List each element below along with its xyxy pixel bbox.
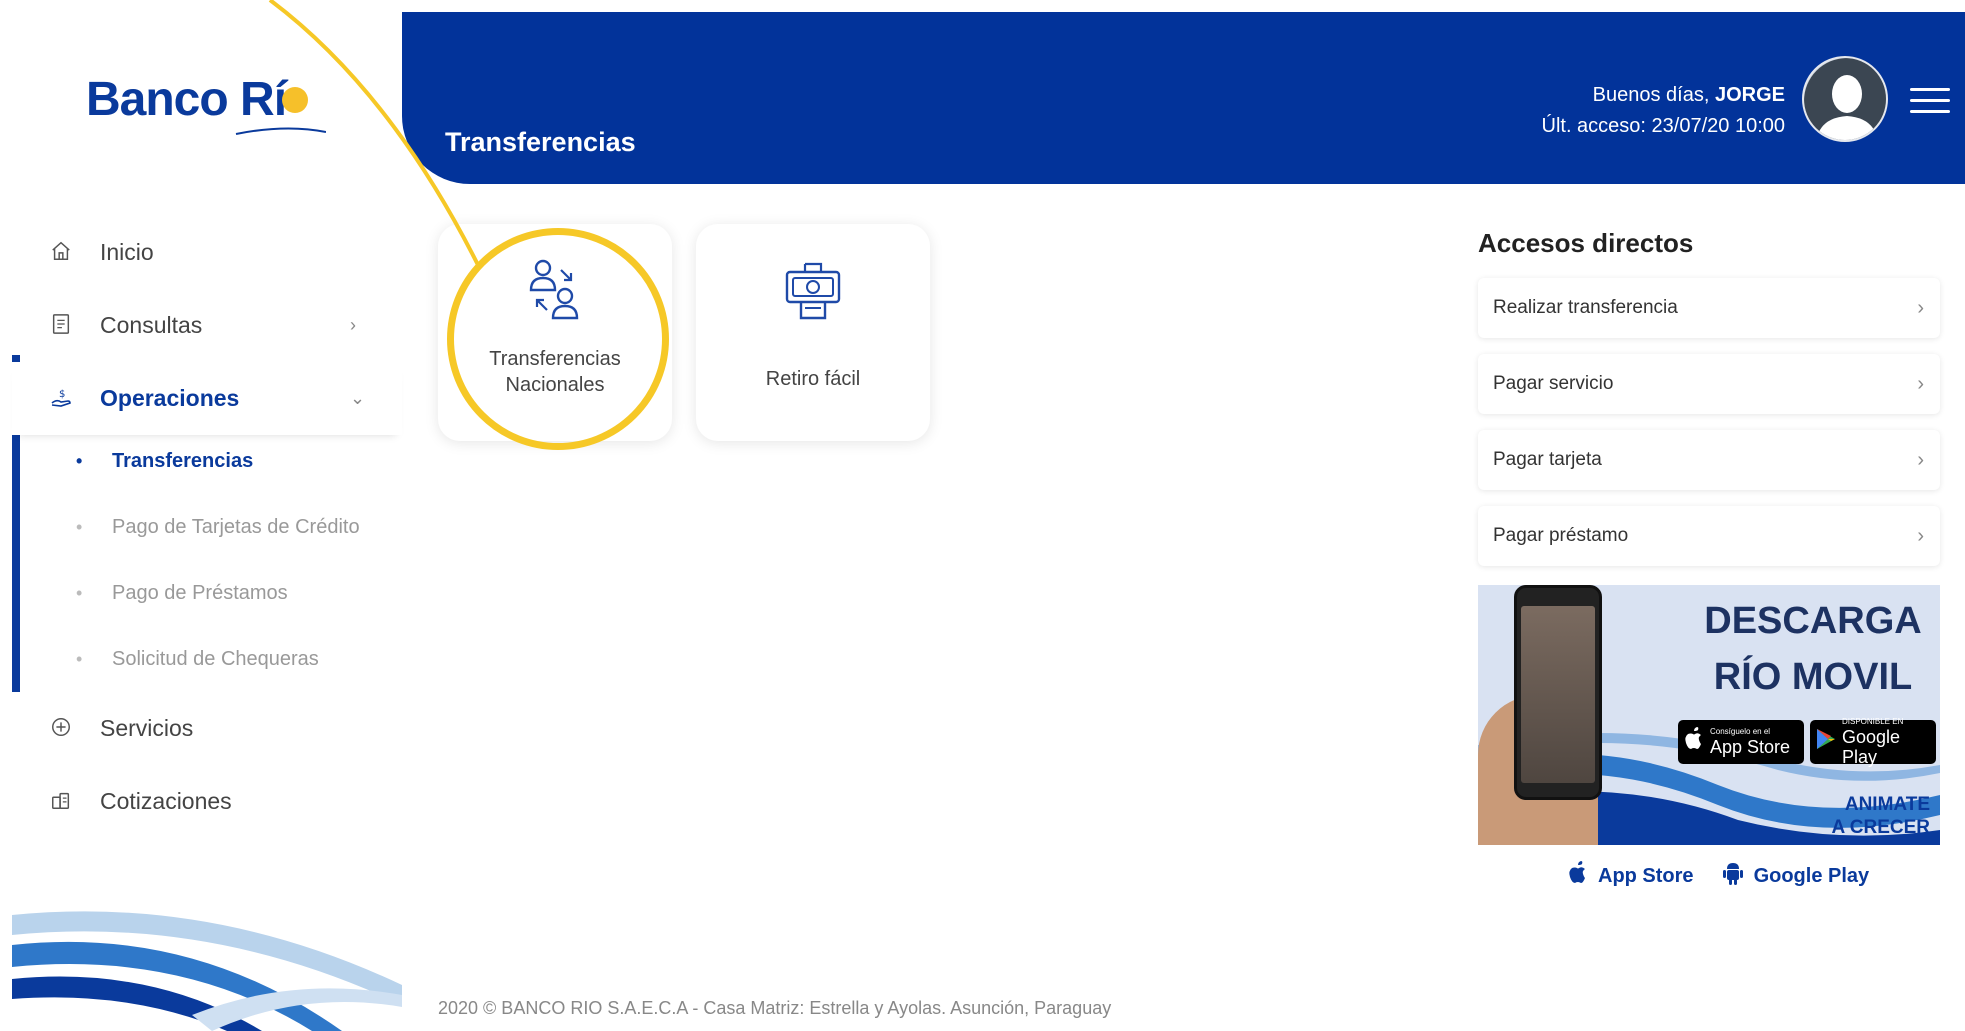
document-icon bbox=[48, 313, 74, 339]
sidebar-item-servicios[interactable]: Servicios bbox=[12, 692, 402, 765]
sidebar-item-label: Consultas bbox=[100, 312, 203, 338]
sidebar-subnav: • Transferencias • Pago de Tarjetas de C… bbox=[12, 428, 402, 692]
user-name: JORGE bbox=[1714, 84, 1785, 106]
footer-text: 2020 © BANCO RIO S.A.E.C.A - Casa Matriz… bbox=[438, 998, 1112, 1018]
chevron-right-icon: › bbox=[1917, 524, 1924, 547]
avatar[interactable] bbox=[1802, 56, 1888, 142]
banner-title-line: RÍO MOVIL bbox=[1713, 656, 1913, 698]
subnav-item-pago-prestamos[interactable]: • Pago de Préstamos bbox=[12, 560, 402, 626]
badge-big-text: Google Play bbox=[1842, 727, 1901, 767]
user-avatar-icon bbox=[1804, 58, 1886, 140]
android-icon bbox=[1722, 860, 1744, 893]
sidebar-nav-secondary: Servicios Cotizaciones bbox=[12, 692, 402, 838]
badge-small-text: Consíguelo en el bbox=[1710, 727, 1771, 736]
googleplay-link[interactable]: Google Play bbox=[1722, 860, 1870, 893]
sidebar-item-operaciones[interactable]: $ Operaciones ⌄ bbox=[12, 362, 402, 435]
appstore-badge[interactable]: Consíguelo en el App Store bbox=[1678, 720, 1804, 764]
banner-title: DESCARGA RÍO MOVIL bbox=[1698, 593, 1928, 705]
badge-small-text: DISPONIBLE EN bbox=[1842, 717, 1904, 726]
sidebar-item-consultas[interactable]: Consultas › bbox=[12, 289, 402, 362]
logo[interactable]: Banco Rí bbox=[86, 72, 309, 127]
acceso-pagar-tarjeta[interactable]: Pagar tarjeta › bbox=[1478, 430, 1940, 490]
coins-icon bbox=[48, 789, 74, 815]
googleplay-badge[interactable]: DISPONIBLE EN Google Play bbox=[1810, 717, 1936, 767]
subnav-item-transferencias[interactable]: • Transferencias bbox=[12, 428, 402, 494]
cash-withdraw-icon bbox=[696, 256, 930, 326]
hamburger-menu-button[interactable] bbox=[1910, 88, 1950, 118]
sidebar-item-label: Servicios bbox=[100, 715, 194, 741]
chevron-right-icon: › bbox=[1917, 448, 1924, 471]
acceso-pagar-servicio[interactable]: Pagar servicio › bbox=[1478, 354, 1940, 414]
chevron-right-icon: › bbox=[350, 315, 356, 335]
play-icon bbox=[1816, 728, 1836, 757]
decorative-wave bbox=[12, 911, 402, 1031]
sidebar-item-cotizaciones[interactable]: Cotizaciones bbox=[12, 765, 402, 838]
acceso-pagar-prestamo[interactable]: Pagar préstamo › bbox=[1478, 506, 1940, 566]
transfer-people-icon bbox=[438, 256, 672, 326]
greeting-text: Buenos días, bbox=[1592, 84, 1715, 106]
menu-line bbox=[1910, 88, 1950, 91]
sidebar-item-inicio[interactable]: Inicio bbox=[12, 216, 402, 289]
menu-line bbox=[1910, 110, 1950, 113]
card-label-line: Nacionales bbox=[505, 374, 605, 396]
bullet-icon: • bbox=[76, 450, 83, 471]
subnav-label: Pago de Tarjetas de Crédito bbox=[112, 515, 360, 538]
acceso-label: Pagar tarjeta bbox=[1493, 449, 1602, 470]
card-label: Transferencias Nacionales bbox=[448, 346, 662, 398]
badge-big-text: App Store bbox=[1710, 737, 1791, 757]
sidebar-item-label: Inicio bbox=[100, 239, 154, 265]
sidebar-item-label: Cotizaciones bbox=[100, 788, 232, 814]
appstore-link-label: App Store bbox=[1598, 865, 1694, 887]
subnav-label: Solicitud de Chequeras bbox=[112, 647, 319, 670]
money-hand-icon: $ bbox=[48, 386, 74, 412]
acceso-realizar-transferencia[interactable]: Realizar transferencia › bbox=[1478, 278, 1940, 338]
phone-image bbox=[1514, 585, 1602, 800]
plus-circle-icon bbox=[48, 716, 74, 742]
chevron-right-icon: › bbox=[1917, 296, 1924, 319]
logo-dot bbox=[282, 87, 309, 113]
bullet-icon: • bbox=[76, 582, 83, 603]
appstore-link[interactable]: App Store bbox=[1568, 861, 1694, 892]
chevron-down-icon: ⌄ bbox=[350, 388, 366, 408]
subnav-item-chequeras[interactable]: • Solicitud de Chequeras bbox=[12, 626, 402, 692]
sidebar-item-label: Operaciones bbox=[100, 385, 240, 411]
banner-title-line: DESCARGA bbox=[1704, 600, 1922, 642]
menu-line bbox=[1910, 99, 1950, 102]
acceso-label: Pagar préstamo bbox=[1493, 525, 1629, 546]
card-transferencias-nacionales[interactable]: Transferencias Nacionales bbox=[438, 224, 672, 441]
banner-tagline: ANIMATE A CRECER bbox=[1831, 793, 1930, 839]
banner-tag-line: A CRECER bbox=[1831, 817, 1930, 838]
logo-text: Banco Rí bbox=[86, 73, 287, 126]
card-label: Retiro fácil bbox=[765, 368, 861, 390]
bullet-icon: • bbox=[76, 648, 83, 669]
header: Transferencias Buenos días, JORGE Últ. a… bbox=[402, 12, 1965, 184]
phone-screen bbox=[1521, 606, 1595, 783]
home-icon bbox=[48, 240, 74, 266]
last-access: Últ. acceso: 23/07/20 10:00 bbox=[1541, 115, 1786, 137]
acceso-label: Realizar transferencia bbox=[1493, 297, 1678, 318]
promo-banner[interactable]: DESCARGA RÍO MOVIL Consíguelo en el App … bbox=[1478, 585, 1940, 845]
card-label-line: Transferencias bbox=[489, 348, 621, 370]
banner-tag-line: ANIMATE bbox=[1844, 794, 1930, 815]
subnav-label: Pago de Préstamos bbox=[112, 581, 288, 604]
store-links: App Store Google Play bbox=[1568, 860, 1897, 893]
bullet-icon: • bbox=[76, 516, 83, 537]
subnav-label: Transferencias bbox=[112, 449, 254, 472]
subnav-item-pago-tarjetas[interactable]: • Pago de Tarjetas de Crédito bbox=[12, 494, 402, 560]
accesos-title: Accesos directos bbox=[1478, 228, 1694, 258]
apple-icon bbox=[1684, 726, 1704, 758]
logo-wave bbox=[235, 127, 326, 135]
svg-text:$: $ bbox=[59, 389, 65, 400]
chevron-right-icon: › bbox=[1917, 372, 1924, 395]
card-retiro-facil[interactable]: Retiro fácil bbox=[696, 224, 930, 441]
sidebar-nav: Inicio Consultas › $ Operaciones ⌄ bbox=[12, 216, 402, 435]
apple-icon bbox=[1568, 861, 1588, 892]
user-greeting: Buenos días, JORGE Últ. acceso: 23/07/20… bbox=[1542, 80, 1786, 142]
page-title: Transferencias bbox=[445, 127, 636, 157]
acceso-label: Pagar servicio bbox=[1493, 373, 1614, 394]
googleplay-link-label: Google Play bbox=[1753, 865, 1870, 887]
